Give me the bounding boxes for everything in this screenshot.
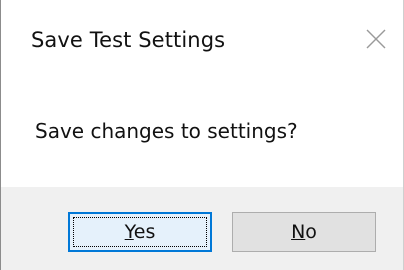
dialog-message: Save changes to settings? xyxy=(35,119,298,143)
dialog-title: Save Test Settings xyxy=(31,28,226,52)
close-icon[interactable] xyxy=(361,24,391,54)
no-label-rest: o xyxy=(305,221,317,243)
save-settings-dialog: Save Test Settings Save changes to setti… xyxy=(0,0,404,270)
dialog-titlebar: Save Test Settings xyxy=(1,0,403,88)
focus-rectangle xyxy=(73,217,207,247)
yes-button[interactable]: Yes xyxy=(68,212,212,252)
dialog-button-bar: Yes No xyxy=(1,187,403,270)
no-button-label: No xyxy=(291,221,317,243)
no-button[interactable]: No xyxy=(232,212,376,252)
no-mnemonic: N xyxy=(291,221,306,243)
